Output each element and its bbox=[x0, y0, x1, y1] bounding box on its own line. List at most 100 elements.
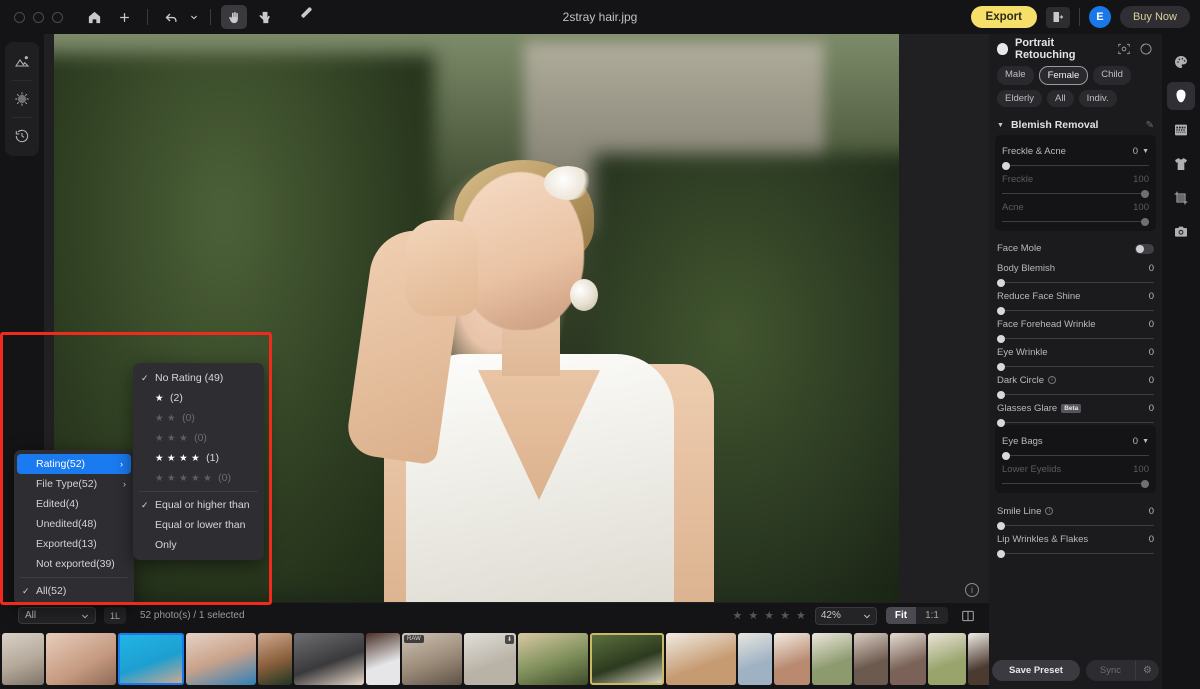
chevron-down-icon[interactable]: ▼ bbox=[1142, 438, 1149, 445]
filmstrip-thumbnail[interactable] bbox=[294, 632, 364, 685]
chip-female[interactable]: Female bbox=[1038, 66, 1089, 85]
slider-track[interactable] bbox=[997, 306, 1154, 315]
section-header-blemish-removal[interactable]: ▼ Blemish Removal ✎ bbox=[989, 113, 1162, 135]
background-icon[interactable] bbox=[1167, 116, 1195, 144]
filter-menu-primary[interactable]: Rating(52) › File Type(52) › Edited(4) Unedit… bbox=[14, 450, 134, 605]
filmstrip-thumbnail[interactable]: ⬇ bbox=[464, 632, 516, 685]
slider-freckle-acne[interactable]: Freckle & Acne 0 ▼ bbox=[1002, 140, 1149, 170]
toggle-switch[interactable] bbox=[1135, 243, 1154, 254]
filmstrip-thumbnail[interactable] bbox=[968, 632, 989, 685]
slider-freckle[interactable]: Freckle 100 bbox=[1002, 168, 1149, 198]
slider-track[interactable] bbox=[1002, 451, 1149, 460]
filter-menu-rating[interactable]: ✓ No Rating (49) ★ (2) ★ ★ (0) ★ ★ ★ (0) ★ ★ ★ ★ (1) ★ ★ ★… bbox=[133, 363, 264, 560]
fit-button[interactable]: Fit bbox=[885, 607, 917, 624]
brightness-icon[interactable] bbox=[5, 83, 39, 115]
slider-dark-circle[interactable]: Dark Circle i 0 bbox=[989, 369, 1162, 399]
filmstrip-thumbnail[interactable] bbox=[812, 632, 852, 685]
slider-track[interactable] bbox=[1002, 217, 1149, 226]
filter-menu-item[interactable]: ✓ All(52) bbox=[14, 581, 134, 601]
filmstrip-thumbnail[interactable] bbox=[518, 632, 588, 685]
subject-type-chips[interactable]: Male Female Child Elderly All Indiv. bbox=[989, 64, 1162, 113]
clothing-icon[interactable] bbox=[1167, 150, 1195, 178]
filmstrip-thumbnail[interactable] bbox=[186, 632, 256, 685]
crop-icon[interactable] bbox=[1167, 184, 1195, 212]
slider-body-blemish[interactable]: Body Blemish 0 bbox=[989, 257, 1162, 287]
slider-face-forehead-wrinkle[interactable]: Face Forehead Wrinkle 0 bbox=[989, 313, 1162, 343]
filmstrip-thumbnail[interactable] bbox=[258, 632, 292, 685]
avatar[interactable]: E bbox=[1088, 6, 1111, 28]
slider-knob[interactable] bbox=[1002, 451, 1010, 460]
info-icon[interactable]: i bbox=[965, 583, 979, 597]
actual-size-button[interactable]: 1:1 bbox=[916, 607, 948, 624]
rating-star-3[interactable]: ★ bbox=[764, 609, 774, 622]
slider-knob[interactable] bbox=[997, 306, 1005, 315]
filmstrip-thumbnail[interactable] bbox=[928, 632, 966, 685]
export-button[interactable]: Export bbox=[970, 6, 1037, 28]
chip-male[interactable]: Male bbox=[997, 66, 1034, 85]
rating-menu-item[interactable]: ★ ★ ★ ★ (1) bbox=[133, 448, 264, 468]
undo-icon[interactable] bbox=[158, 5, 184, 29]
slider-track[interactable] bbox=[997, 418, 1154, 427]
face-detect-icon[interactable] bbox=[1117, 42, 1132, 57]
filter-menu-item[interactable]: Unedited(48) bbox=[14, 514, 134, 534]
slider-track[interactable] bbox=[1002, 161, 1149, 170]
spot-heal-icon[interactable] bbox=[251, 5, 277, 29]
chip-child[interactable]: Child bbox=[1093, 66, 1131, 85]
slider-knob[interactable] bbox=[997, 418, 1005, 427]
info-icon[interactable]: i bbox=[1047, 376, 1056, 384]
reset-icon[interactable] bbox=[1139, 42, 1154, 57]
chevron-down-icon[interactable]: ▼ bbox=[1142, 148, 1149, 155]
sync-button[interactable]: Sync bbox=[1086, 660, 1135, 681]
slider-knob[interactable] bbox=[997, 390, 1005, 399]
filmstrip-thumbnail[interactable] bbox=[738, 632, 772, 685]
layer-count-button[interactable]: 1L bbox=[104, 607, 126, 624]
maximize-window-button[interactable] bbox=[52, 11, 63, 23]
filter-menu-item[interactable]: Not exported(39) bbox=[14, 554, 134, 574]
add-icon[interactable] bbox=[111, 5, 137, 29]
home-icon[interactable] bbox=[81, 5, 107, 29]
filter-menu-item[interactable]: Edited(4) bbox=[14, 494, 134, 514]
filter-dropdown[interactable]: All bbox=[18, 607, 96, 624]
filter-menu-item[interactable]: Exported(13) bbox=[14, 534, 134, 554]
filter-menu-item[interactable]: File Type(52) › bbox=[14, 474, 134, 494]
rating-star-4[interactable]: ★ bbox=[780, 609, 790, 622]
filmstrip[interactable]: RAW⬇⬇ bbox=[0, 628, 989, 689]
ai-enhance-icon[interactable] bbox=[5, 46, 39, 78]
eraser-icon[interactable] bbox=[281, 5, 312, 29]
slider-knob[interactable] bbox=[997, 521, 1005, 530]
slider-track[interactable] bbox=[997, 278, 1154, 287]
chip-elderly[interactable]: Elderly bbox=[997, 90, 1043, 107]
slider-acne[interactable]: Acne 100 bbox=[1002, 196, 1149, 226]
chip-indiv[interactable]: Indiv. bbox=[1078, 90, 1117, 107]
rating-star-1[interactable]: ★ bbox=[733, 609, 743, 622]
gear-icon[interactable]: ⚙ bbox=[1135, 660, 1159, 680]
undo-dropdown-icon[interactable] bbox=[188, 5, 200, 29]
rating-menu-item[interactable]: ★ ★ (0) bbox=[133, 408, 264, 428]
filmstrip-thumbnail[interactable] bbox=[774, 632, 810, 685]
slider-lower-eyelids[interactable]: Lower Eyelids 100 bbox=[1002, 458, 1149, 488]
slider-lip-wrinkles-flakes[interactable]: Lip Wrinkles & Flakes 0 bbox=[989, 528, 1162, 558]
slider-glasses-glare[interactable]: Glasses Glare Beta 0 bbox=[989, 397, 1162, 427]
share-icon[interactable] bbox=[1045, 6, 1070, 28]
slider-eye-wrinkle[interactable]: Eye Wrinkle 0 bbox=[989, 341, 1162, 371]
rating-menu-item[interactable]: ★ ★ ★ ★ ★ (0) bbox=[133, 468, 264, 488]
face-icon[interactable] bbox=[1167, 82, 1195, 110]
filmstrip-thumbnail[interactable]: RAW bbox=[402, 632, 462, 685]
slider-track[interactable] bbox=[1002, 479, 1149, 488]
slider-track[interactable] bbox=[997, 549, 1154, 558]
chip-all[interactable]: All bbox=[1047, 90, 1074, 107]
slider-knob[interactable] bbox=[1141, 189, 1149, 198]
filmstrip-thumbnail[interactable] bbox=[118, 632, 184, 685]
toggle-face-mole[interactable]: Face Mole bbox=[989, 238, 1162, 257]
filmstrip-thumbnail[interactable] bbox=[890, 632, 926, 685]
slider-knob[interactable] bbox=[997, 362, 1005, 371]
comparison-menu-item[interactable]: Equal or lower than bbox=[133, 515, 264, 535]
close-window-button[interactable] bbox=[14, 11, 25, 23]
rating-star-2[interactable]: ★ bbox=[748, 609, 758, 622]
save-preset-button[interactable]: Save Preset bbox=[992, 659, 1080, 681]
zoom-dropdown[interactable]: 42% bbox=[814, 606, 877, 625]
slider-track[interactable] bbox=[997, 521, 1154, 530]
filmstrip-thumbnail[interactable] bbox=[46, 632, 116, 685]
pencil-icon[interactable]: ✎ bbox=[1146, 120, 1154, 131]
rating-star-5[interactable]: ★ bbox=[796, 609, 806, 622]
